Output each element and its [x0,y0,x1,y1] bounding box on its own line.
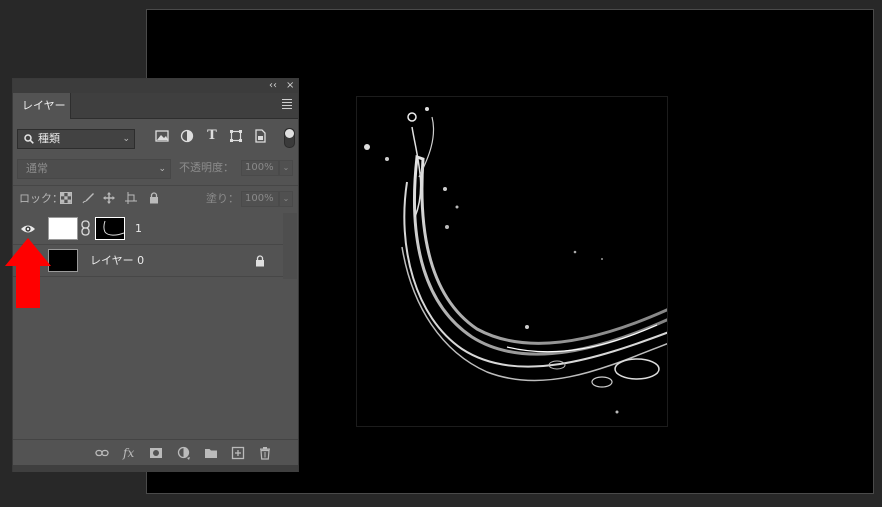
water-splash-image [364,107,667,414]
smart-object-filter-icon[interactable] [253,129,267,143]
link-layers-icon[interactable] [95,446,109,460]
divider [13,185,298,186]
document-canvas[interactable] [356,96,668,427]
image-filter-icon[interactable] [155,129,169,143]
opacity-label: 不透明度： [179,161,234,174]
layer-row[interactable]: レイヤー 0 [13,245,283,277]
fx-icon[interactable]: fx [123,446,137,460]
filter-kind-label: 種類 [38,132,60,145]
add-mask-icon[interactable] [149,446,163,460]
red-arrow-annotation [5,238,51,308]
layer-name: レイヤー 0 [90,254,145,267]
lock-label: ロック： [19,192,63,205]
close-panel-button[interactable]: × [286,79,294,93]
eye-icon[interactable] [20,223,36,235]
tab-layers[interactable]: レイヤー [13,93,71,119]
lock-row: ロック： 塗り： 100% ⌄ [13,189,298,209]
lock-artboard-icon[interactable] [125,192,137,204]
blend-mode-select[interactable]: 通常 ⌄ [17,159,171,179]
lock-position-icon[interactable] [103,192,115,204]
lock-icon [256,255,264,267]
type-filter-icon[interactable]: T [205,129,219,143]
new-group-icon[interactable] [204,446,218,460]
fill-dropdown-button[interactable]: ⌄ [279,191,293,207]
blend-mode-label: 通常 [26,162,48,175]
shape-filter-icon[interactable] [229,129,243,143]
fill-label: 塗り： [206,192,239,205]
chevron-down-icon: ⌄ [158,164,166,174]
layer-row[interactable]: 1 [13,213,283,245]
collapse-panel-button[interactable]: ‹‹ [269,79,277,93]
panel-titlebar: ‹‹ × [13,79,298,93]
lock-all-icon[interactable] [148,192,160,204]
mask-link-icon[interactable] [81,220,90,236]
opacity-input[interactable]: 100% [241,160,279,176]
lock-transparent-pixels-icon[interactable] [60,192,72,204]
layers-panel: ‹‹ × レイヤー 種類 ⌄ T 通常 ⌄ 不透明度： 100% ⌄ ロック： … [12,78,299,472]
mask-preview [103,220,125,236]
layer-list-scrollbar[interactable] [283,213,297,279]
new-layer-icon[interactable] [231,446,245,460]
blend-row: 通常 ⌄ 不透明度： 100% ⌄ [13,157,298,179]
panel-bottom-toolbar: fx [13,439,298,465]
fill-input[interactable]: 100% [241,191,279,207]
panel-resize-handle[interactable] [13,465,298,472]
chevron-down-icon: ⌄ [122,134,130,144]
panel-tab-row: レイヤー [13,93,298,119]
adjustment-filter-icon[interactable] [180,129,194,143]
layer-name: 1 [135,222,142,235]
layer-mask-thumbnail[interactable] [95,217,125,240]
hamburger-icon[interactable] [282,99,292,113]
trash-icon[interactable] [258,446,272,460]
search-icon [24,134,34,144]
adjustment-layer-icon[interactable] [177,446,191,460]
layer-list: 1 レイヤー 0 [13,213,283,279]
filter-toggle[interactable] [284,128,295,148]
filter-kind-select[interactable]: 種類 ⌄ [17,129,135,149]
lock-image-pixels-icon[interactable] [82,192,94,204]
opacity-dropdown-button[interactable]: ⌄ [279,160,293,176]
